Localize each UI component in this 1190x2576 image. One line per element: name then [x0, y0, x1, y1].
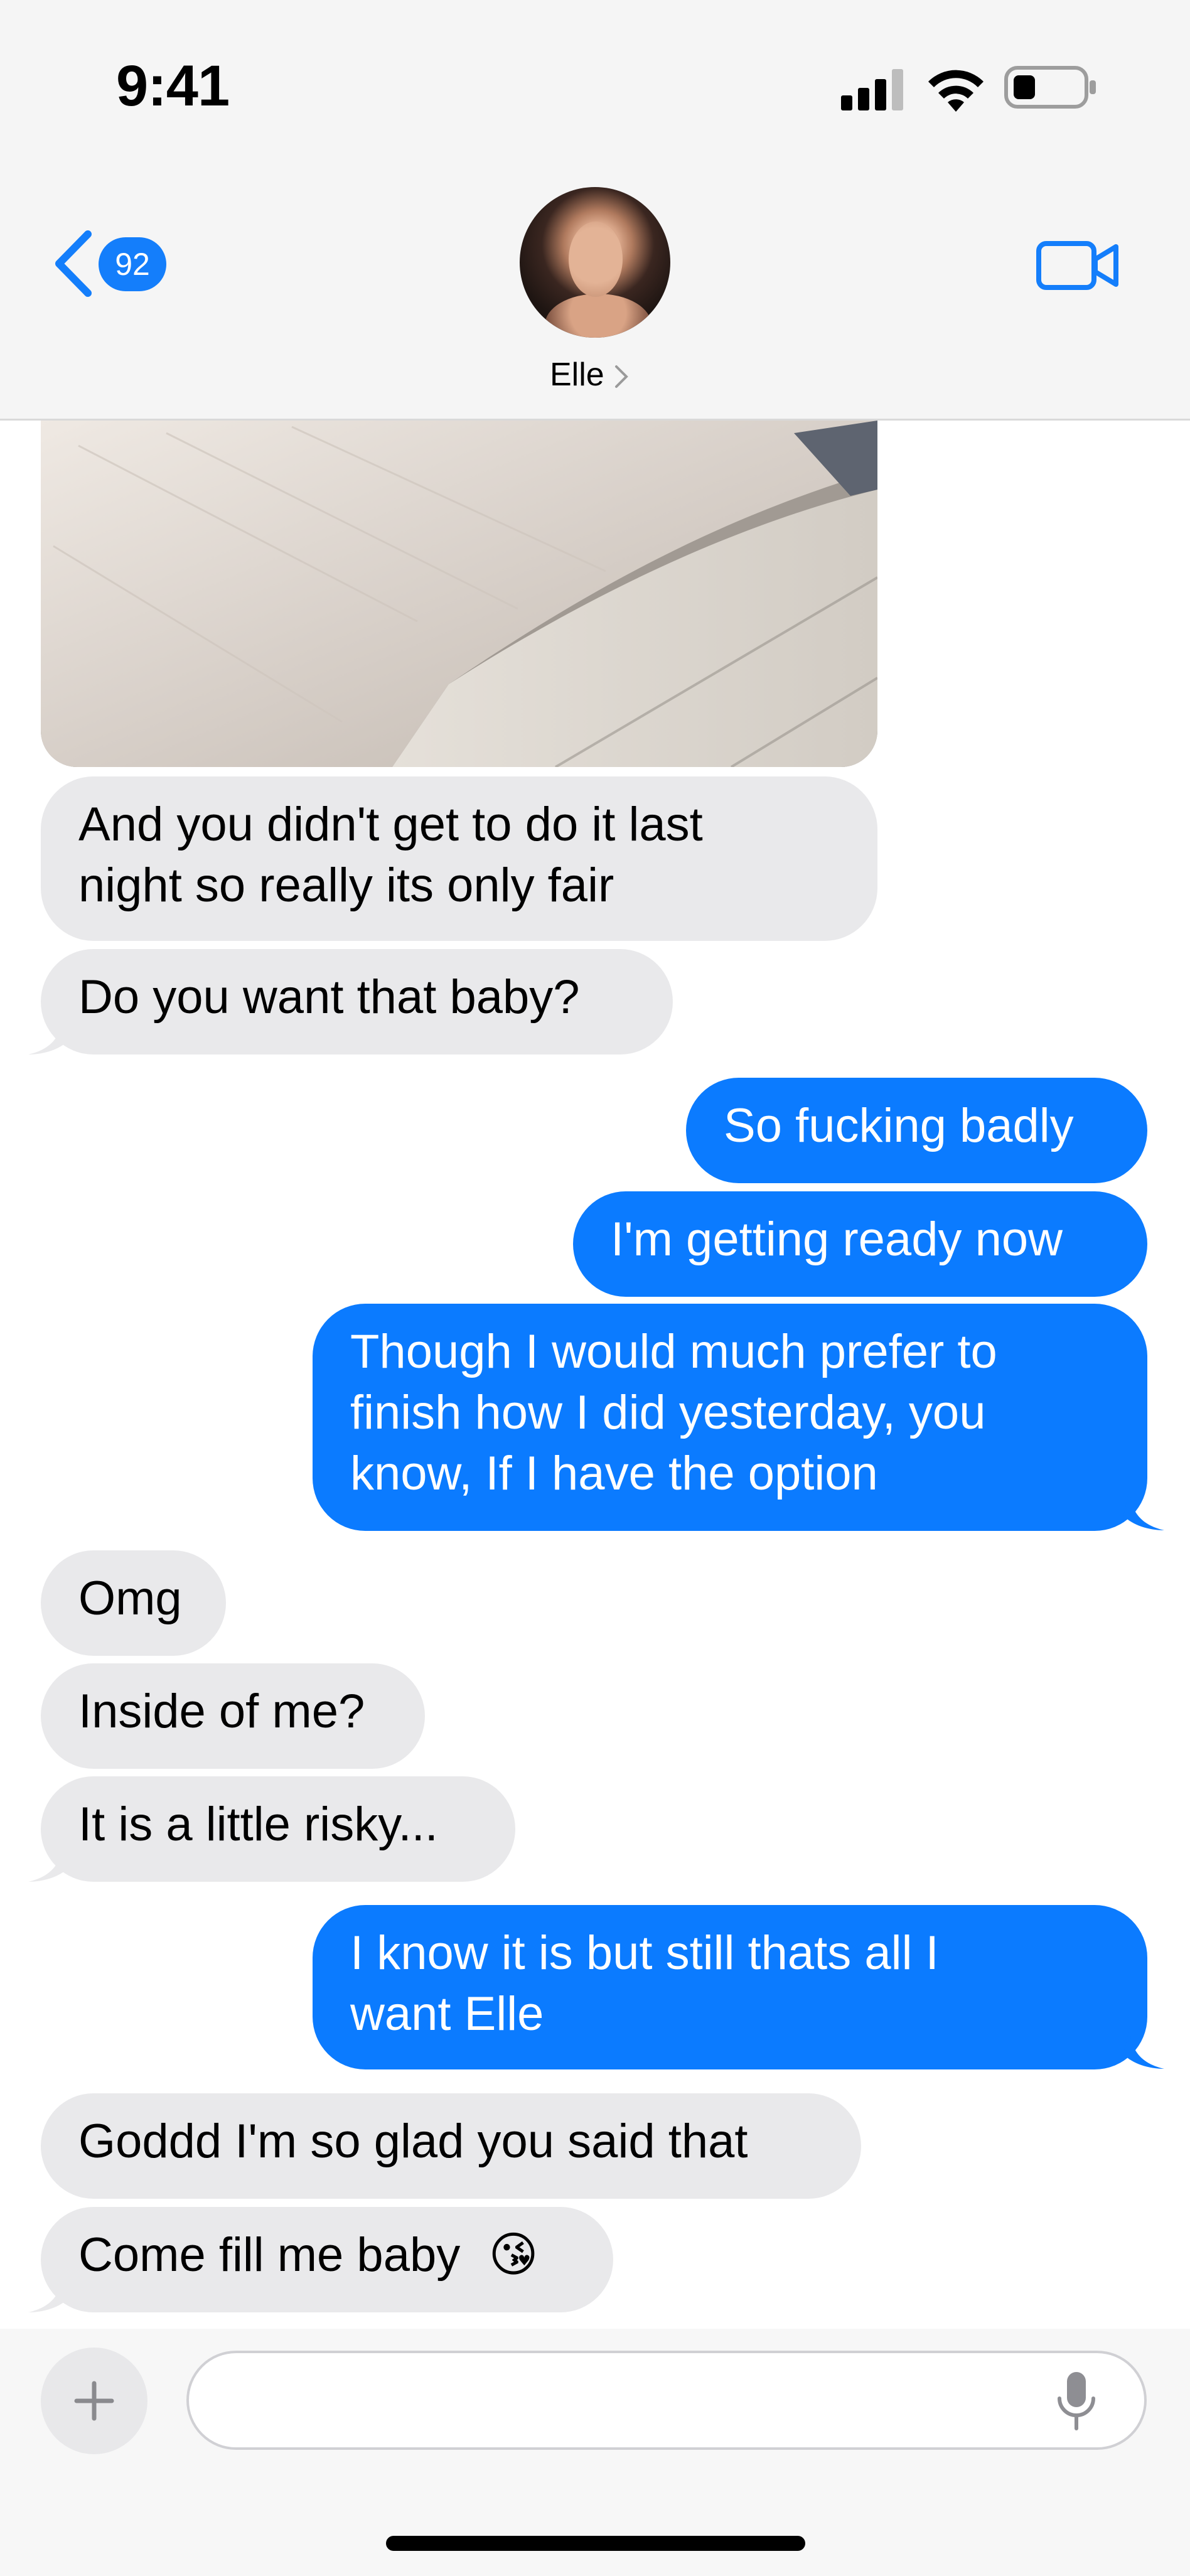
- incoming-message: And you didn't get to do it last night s…: [41, 776, 877, 941]
- chevron-left-icon[interactable]: [50, 229, 95, 298]
- outgoing-message: I know it is but still thats all I want …: [313, 1905, 1147, 2069]
- outgoing-message: I'm getting ready now: [573, 1191, 1147, 1297]
- incoming-message: Goddd I'm so glad you said that: [41, 2093, 861, 2199]
- incoming-message: It is a little risky...: [41, 1776, 515, 1882]
- bubble-tail: [1123, 2026, 1164, 2069]
- incoming-message: Do you want that baby?: [41, 949, 673, 1055]
- status-time: 9:41: [116, 54, 230, 118]
- add-attachment-button[interactable]: [41, 2348, 147, 2454]
- home-indicator[interactable]: [386, 2536, 805, 2551]
- wifi-icon: [928, 70, 984, 112]
- signal-icon: [841, 69, 903, 110]
- unread-count-badge[interactable]: 92: [99, 237, 166, 291]
- plus-icon: [74, 2381, 114, 2421]
- contact-name[interactable]: Elle: [550, 356, 604, 394]
- incoming-message: Inside of me?: [41, 1663, 425, 1769]
- microphone-icon[interactable]: [1054, 2369, 1098, 2435]
- outgoing-message: So fucking badly: [686, 1078, 1147, 1183]
- bubble-tail: [28, 1839, 69, 1882]
- message-list[interactable]: And you didn't get to do it last night s…: [0, 421, 1190, 2329]
- message-input-field[interactable]: [186, 2351, 1147, 2450]
- battery-icon: [1004, 66, 1096, 109]
- kiss-emoji: 😘: [488, 2228, 539, 2282]
- incoming-message: Omg: [41, 1550, 226, 1656]
- video-camera-icon[interactable]: [1036, 240, 1121, 291]
- incoming-message: Come fill me baby 😘: [41, 2207, 613, 2312]
- conversation-header: 9:41 92 Elle: [0, 0, 1190, 421]
- message-input[interactable]: [214, 2366, 1032, 2436]
- bubble-tail: [1123, 1488, 1164, 1530]
- contact-avatar[interactable]: [520, 187, 670, 338]
- bubble-tail: [28, 1012, 69, 1055]
- chevron-right-icon: [615, 365, 628, 388]
- photo-attachment[interactable]: [41, 421, 877, 767]
- bubble-tail: [28, 2270, 69, 2312]
- outgoing-message: Though I would much prefer to finish how…: [313, 1304, 1147, 1531]
